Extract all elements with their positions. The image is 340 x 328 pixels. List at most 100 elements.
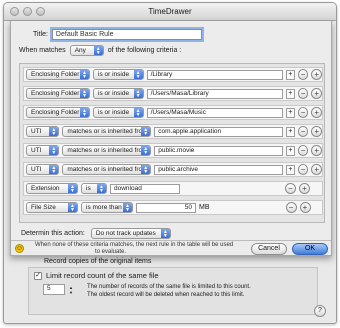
criterion-row: Enclosing Folder ▲ ▼ is or inside ▲ ▼ /Users… [23,105,323,120]
criterion-row: Extension ▲ ▼ is ▲ ▼ download − + [23,181,323,196]
criterion-row: UTI ▲ ▼ matches or is inherited from ▲ ▼ com… [23,124,323,139]
add-criterion-button[interactable]: + [299,183,310,194]
criterion-insert-icon[interactable]: + [286,88,295,99]
criterion-value-field[interactable]: public.archive [154,164,284,175]
zoom-window-button[interactable] [36,7,45,16]
remove-criterion-button[interactable]: − [285,202,297,213]
remove-criterion-button[interactable]: − [297,145,309,156]
footnote-line1: When none of these criteria matches, the… [35,242,234,248]
app-window: TimeDrawer Record copies of the original… [3,2,337,324]
popup-arrows-icon: ▲ ▼ [49,165,59,174]
criterion-operator-value: is or inside [98,90,130,97]
record-copies-text: Record copies of the original items [44,258,152,265]
criterion-operator-popup[interactable]: is or inside ▲ ▼ [93,107,144,118]
popup-arrows-icon: ▲ ▼ [49,127,59,136]
add-criterion-button[interactable]: + [311,164,322,175]
footnote-line2: to evaluate. [95,249,127,255]
window-title: TimeDrawer [148,7,192,16]
criterion-operator-popup[interactable]: matches or is inherited from ▲ ▼ [62,164,152,175]
limit-count-field[interactable]: 5 [43,284,65,295]
popup-arrows-icon: ▲ ▼ [133,70,143,79]
criterion-operator-popup[interactable]: is or inside ▲ ▼ [93,88,144,99]
limit-count-stepper[interactable]: ▲ ▼ [69,285,73,295]
remove-criterion-button[interactable]: − [285,183,296,194]
cancel-button[interactable]: Cancel [251,243,287,255]
criterion-row: File Size ▲ ▼ is more than ▲ ▼ 50 MB − + [23,200,323,215]
popup-arrows-icon: ▲ ▼ [133,108,143,117]
popup-arrows-icon: ▲ ▼ [97,184,106,193]
criterion-value-field[interactable]: com.apple.application [154,126,284,137]
match-suffix-label: of the following criteria : [107,47,182,54]
criteria-list: Enclosing Folder ▲ ▼ is or inside ▲ ▼ /Libra… [19,63,325,223]
popup-arrows-icon: ▲ ▼ [133,89,143,98]
help-button[interactable]: ? [314,305,326,317]
remove-criterion-button[interactable]: − [297,88,309,99]
criterion-field-popup[interactable]: Extension ▲ ▼ [26,183,78,194]
criterion-operator-value: is more than [86,204,122,211]
criterion-operator-value: is or inside [98,109,130,116]
criterion-value-field[interactable]: /Library [146,69,284,80]
criterion-value-field[interactable]: public.movie [154,145,284,156]
criterion-field-popup[interactable]: File Size ▲ ▼ [26,202,78,213]
remove-criterion-button[interactable]: − [297,107,309,118]
limit-desc-line2: The oldest record will be deleted when r… [87,291,245,298]
criterion-row: UTI ▲ ▼ matches or is inherited from ▲ ▼ pub… [23,143,323,158]
add-criterion-button[interactable]: + [311,145,322,156]
criterion-operator-value: is or inside [98,71,130,78]
close-window-button[interactable] [10,7,19,16]
match-mode-popup[interactable]: Any ▲ ▼ [69,45,104,56]
criterion-operator-popup[interactable]: is more than ▲ ▼ [81,202,133,213]
add-criterion-button[interactable]: + [311,88,322,99]
criterion-operator-popup[interactable]: is or inside ▲ ▼ [93,69,144,80]
title-input[interactable]: Default Basic Rule [51,29,202,40]
stepper-down-icon[interactable]: ▼ [69,290,73,295]
add-criterion-button[interactable]: + [311,126,322,137]
popup-arrows-icon: ▲ ▼ [68,184,77,193]
add-criterion-button[interactable]: + [299,202,311,213]
criterion-field-value: UTI [31,147,42,154]
popup-arrows-icon: ▲ ▼ [141,165,151,174]
criterion-field-popup[interactable]: Enclosing Folder ▲ ▼ [26,88,91,99]
popup-arrows-icon: ▲ ▼ [141,127,151,136]
criterion-insert-icon[interactable]: + [286,107,295,118]
criterion-field-popup[interactable]: Enclosing Folder ▲ ▼ [26,107,91,118]
criterion-field-popup[interactable]: UTI ▲ ▼ [26,164,60,175]
criterion-value-field[interactable]: download [110,183,180,194]
add-criterion-button[interactable]: + [311,107,322,118]
criterion-insert-icon[interactable]: + [286,126,295,137]
criterion-insert-icon[interactable]: + [286,164,295,175]
criterion-operator-value: is [86,185,91,192]
window-controls [10,7,45,16]
remove-criterion-button[interactable]: − [297,126,309,137]
criterion-value-field[interactable]: /Users/Masa/Music [146,107,284,118]
remove-criterion-button[interactable]: − [297,69,309,80]
popup-arrows-icon: ▲ ▼ [68,203,77,212]
limit-description: The number of records of the same file i… [87,284,251,299]
criterion-operator-value: matches or is inherited from [67,147,148,154]
criterion-operator-popup[interactable]: matches or is inherited from ▲ ▼ [62,126,152,137]
action-popup[interactable]: Do not track updates ▲ ▼ [90,228,171,239]
criterion-field-popup[interactable]: Enclosing Folder ▲ ▼ [26,69,91,80]
minimize-window-button[interactable] [23,7,32,16]
criterion-field-popup[interactable]: UTI ▲ ▼ [26,126,60,137]
criterion-field-popup[interactable]: UTI ▲ ▼ [26,145,60,156]
smiley-icon: ☺ [15,244,24,253]
criterion-operator-popup[interactable]: is ▲ ▼ [81,183,107,194]
criterion-insert-icon[interactable]: + [286,145,295,156]
criterion-field-value: Enclosing Folder [31,109,80,116]
criterion-row: UTI ▲ ▼ matches or is inherited from ▲ ▼ pub… [23,162,323,177]
remove-criterion-button[interactable]: − [297,164,309,175]
add-criterion-button[interactable]: + [311,69,322,80]
ok-button[interactable]: OK [292,243,328,255]
criterion-insert-icon[interactable]: + [286,69,295,80]
file-size-field[interactable]: 50 [136,202,196,213]
criterion-operator-value: matches or is inherited from [67,166,148,173]
limit-record-checkbox[interactable]: ✓ [34,271,42,280]
title-label: Title: [33,31,48,38]
popup-arrows-icon: ▲ ▼ [80,89,90,98]
action-label: Determin this action: [21,230,85,237]
popup-arrows-icon: ▲ ▼ [49,146,59,155]
criterion-operator-popup[interactable]: matches or is inherited from ▲ ▼ [62,145,152,156]
title-bar: TimeDrawer [4,3,336,21]
criterion-value-field[interactable]: /Users/Masa/Library [146,88,284,99]
